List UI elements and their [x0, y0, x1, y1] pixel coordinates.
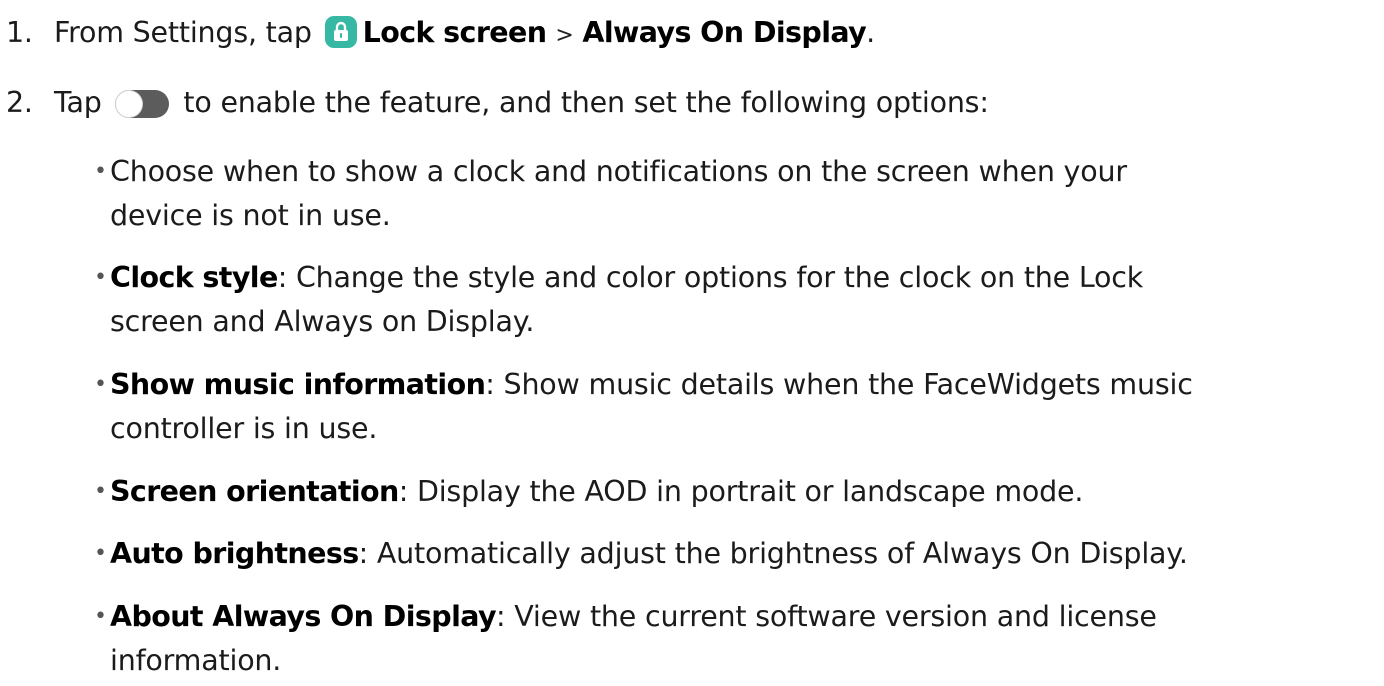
option-description: Display the AOD in portrait or landscape… — [408, 475, 1084, 508]
option-description: information. — [110, 644, 282, 677]
option-description: Change the style and color options for t… — [287, 261, 1144, 294]
step-suffix: . — [866, 16, 875, 49]
option-description: controller is in use. — [110, 412, 378, 445]
option-term: About Always On Display — [110, 600, 497, 633]
bullet-text: Show music information: Show music detai… — [110, 365, 1193, 405]
step-prefix: Tap — [54, 86, 102, 119]
bullet-marker: • — [94, 479, 107, 504]
option-term: Clock style — [110, 261, 278, 294]
bullet-text: Screen orientation: Display the AOD in p… — [110, 472, 1083, 512]
toggle-knob — [115, 91, 142, 117]
separator-arrow: > — [555, 23, 574, 48]
step-number: 2. — [6, 86, 33, 119]
bullet-marker: • — [94, 159, 107, 184]
option-colon: : — [398, 475, 409, 508]
instructions-page: 1. From Settings, tap Lock screen > Alwa… — [0, 0, 1384, 686]
option-colon: : — [485, 368, 495, 401]
bullet-text: Auto brightness: Automatically adjust th… — [110, 534, 1188, 574]
step-number: 1. — [6, 16, 33, 49]
bullet-text: device is not in use. — [110, 199, 391, 232]
bullet-marker: • — [94, 541, 107, 566]
option-term: Screen orientation — [110, 475, 399, 508]
bullet-marker: • — [94, 604, 107, 629]
step-text: From Settings, tap Lock screen > Always … — [54, 13, 875, 56]
option-term: Auto brightness — [110, 537, 359, 570]
option-description: screen and Always on Display. — [110, 305, 535, 338]
toggle-switch-icon — [114, 90, 169, 118]
lock-screen-menu-label: Lock screen — [362, 16, 547, 49]
step-prefix: From Settings, tap — [54, 16, 312, 49]
bullet-marker: • — [94, 265, 107, 290]
bullet-marker: • — [94, 372, 107, 397]
step-rest: to enable the feature, and then set the … — [183, 86, 989, 119]
option-description: Automatically adjust the brightness of A… — [367, 537, 1188, 570]
step-text: Tap to enable the feature, and then set … — [54, 83, 989, 123]
always-on-display-menu-label: Always On Display — [582, 16, 867, 49]
option-colon: : — [277, 261, 288, 294]
bullet-text: About Always On Display: View the curren… — [110, 597, 1157, 637]
lock-screen-icon — [324, 16, 357, 48]
option-colon: : — [495, 600, 506, 633]
option-description: View the current software version and li… — [505, 600, 1157, 633]
option-term: Show music information — [110, 368, 486, 401]
bullet-text: Choose when to show a clock and notifica… — [110, 155, 1127, 188]
bullet-text: Clock style: Change the style and color … — [110, 258, 1143, 298]
option-colon: : — [358, 537, 369, 570]
option-description: Show music details when the FaceWidgets … — [494, 368, 1193, 401]
